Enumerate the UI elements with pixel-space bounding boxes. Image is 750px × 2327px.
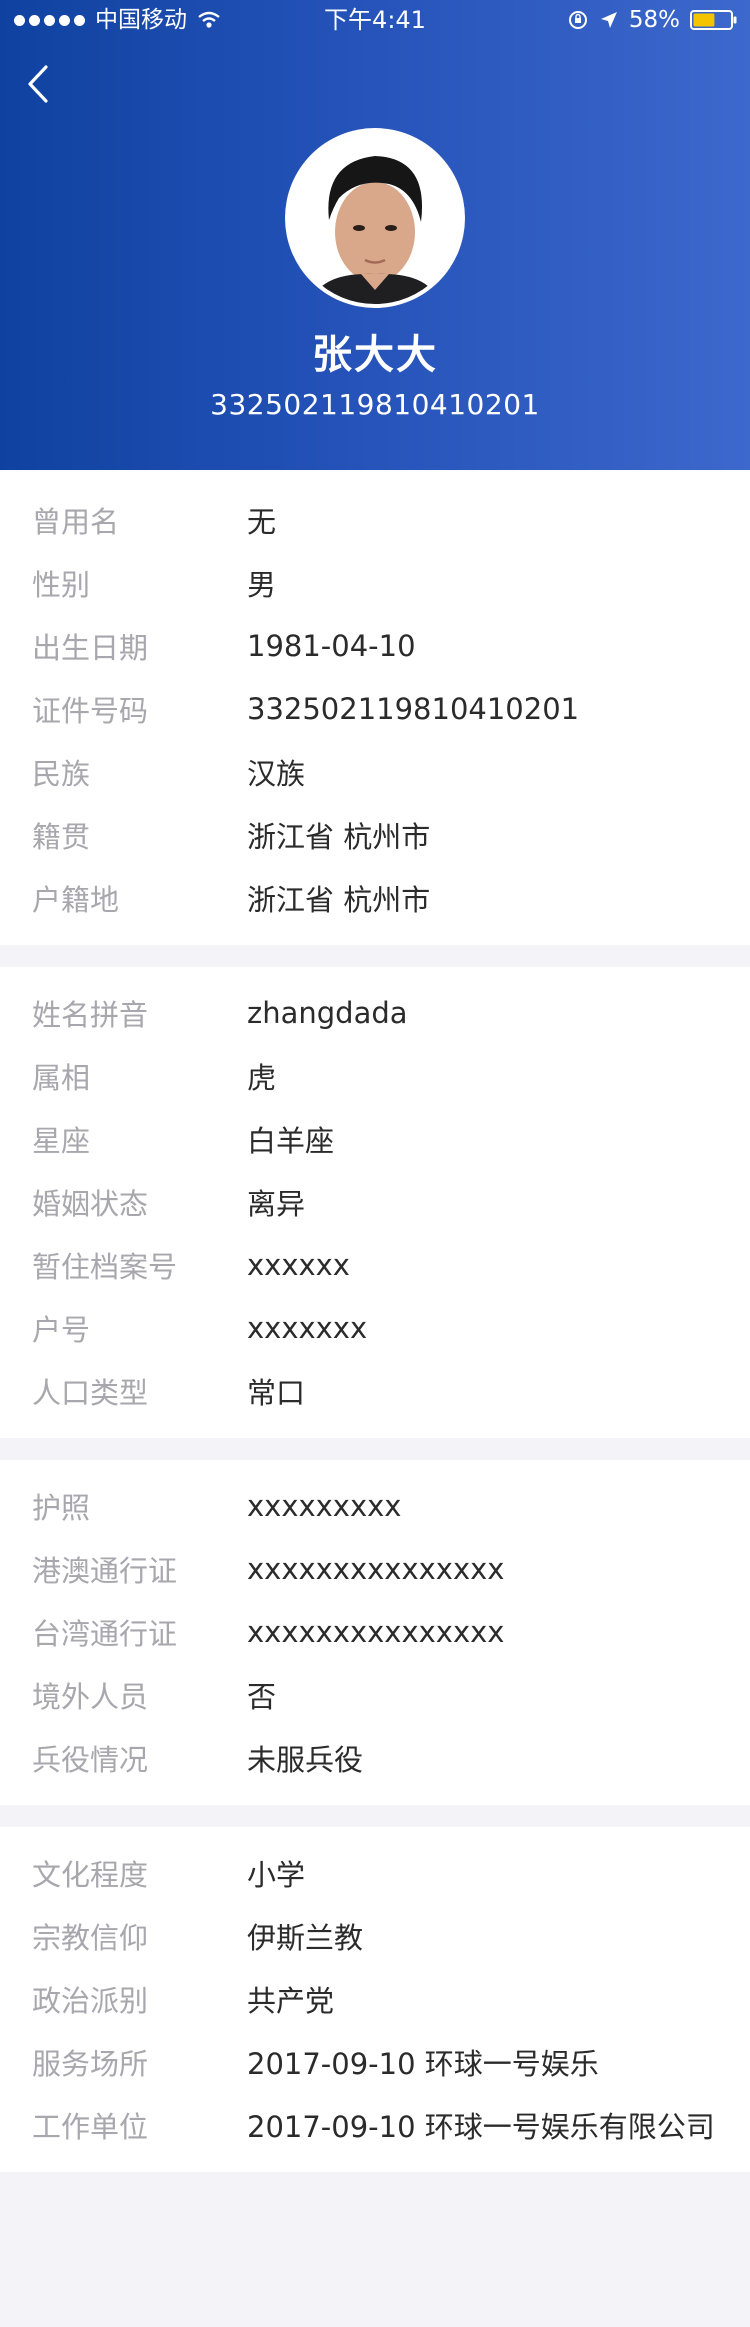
back-button[interactable] bbox=[18, 62, 58, 106]
info-value: 2017-09-10 环球一号娱乐 bbox=[247, 2046, 599, 2081]
info-label: 港澳通行证 bbox=[32, 1553, 178, 1588]
info-card-1: 曾用名 无性别 男出生日期 1981-04-10 证件号码 332502119810410… bbox=[0, 470, 750, 945]
info-label: 宗教信仰 bbox=[32, 1920, 149, 1955]
info-label: 护照 bbox=[32, 1490, 91, 1525]
info-value: 小学 bbox=[247, 1857, 306, 1892]
info-row: 户籍地 浙江省 杭州市 bbox=[0, 866, 750, 929]
info-card-3: 护照 xxxxxxxxx 港澳通行证 xxxxxxxxxxxxxxx 台湾通行证 xxxx… bbox=[0, 1460, 750, 1805]
info-row: 人口类型 常口 bbox=[0, 1359, 750, 1422]
info-value: 浙江省 杭州市 bbox=[247, 882, 431, 917]
info-row: 籍贯 浙江省 杭州市 bbox=[0, 803, 750, 866]
info-value: zhangdada bbox=[247, 995, 408, 1030]
info-label: 台湾通行证 bbox=[32, 1616, 178, 1651]
info-row: 证件号码 332502119810410201 bbox=[0, 677, 750, 740]
info-value: xxxxxxxxxxxxxxx bbox=[247, 1551, 505, 1586]
info-row: 宗教信仰 伊斯兰教 bbox=[0, 1904, 750, 1967]
info-row: 出生日期 1981-04-10 bbox=[0, 614, 750, 677]
info-value: 否 bbox=[247, 1679, 277, 1714]
info-row: 护照 xxxxxxxxx bbox=[0, 1474, 750, 1537]
info-label: 境外人员 bbox=[32, 1679, 149, 1714]
info-label: 政治派别 bbox=[32, 1983, 149, 2018]
info-value: 1981-04-10 bbox=[247, 628, 416, 663]
info-label: 兵役情况 bbox=[32, 1742, 149, 1777]
info-value: 男 bbox=[247, 567, 277, 602]
info-label: 属相 bbox=[32, 1060, 91, 1095]
info-label: 服务场所 bbox=[32, 2046, 149, 2081]
info-value: 332502119810410201 bbox=[247, 691, 580, 726]
info-label: 姓名拼音 bbox=[32, 997, 149, 1032]
info-label: 籍贯 bbox=[32, 819, 91, 854]
info-row: 境外人员 否 bbox=[0, 1663, 750, 1726]
info-sections: 曾用名 无性别 男出生日期 1981-04-10 证件号码 332502119810410… bbox=[0, 470, 750, 2172]
info-label: 工作单位 bbox=[32, 2109, 149, 2144]
profile-id-number: 332502119810410201 bbox=[210, 388, 540, 421]
info-label: 婚姻状态 bbox=[32, 1186, 149, 1221]
info-value: 白羊座 bbox=[247, 1123, 335, 1158]
info-value: 共产党 bbox=[247, 1983, 335, 2018]
info-row: 户号 xxxxxxx bbox=[0, 1296, 750, 1359]
info-row: 服务场所 2017-09-10 环球一号娱乐 bbox=[0, 2030, 750, 2093]
info-label: 曾用名 bbox=[32, 504, 120, 539]
info-label: 户籍地 bbox=[32, 882, 120, 917]
info-row: 工作单位 2017-09-10 环球一号娱乐有限公司 bbox=[0, 2093, 750, 2156]
location-arrow-icon bbox=[600, 12, 617, 28]
info-value: 常口 bbox=[247, 1375, 306, 1410]
status-bar: 中国移动 下午4:41 58% bbox=[0, 0, 750, 40]
info-row: 属相 虎 bbox=[0, 1044, 750, 1107]
avatar bbox=[285, 128, 465, 308]
info-row: 姓名拼音 zhangdada bbox=[0, 981, 750, 1044]
info-label: 星座 bbox=[32, 1123, 91, 1158]
info-value: xxxxxxxxxxxxxxx bbox=[247, 1614, 505, 1649]
info-value: 离异 bbox=[247, 1186, 306, 1221]
avatar-photo bbox=[289, 132, 461, 304]
info-label: 人口类型 bbox=[32, 1375, 149, 1410]
info-card-4: 文化程度 小学宗教信仰 伊斯兰教政治派别 共产党服务场所 2017-09-10 环球一号… bbox=[0, 1827, 750, 2172]
info-label: 暂住档案号 bbox=[32, 1249, 178, 1284]
info-value: 未服兵役 bbox=[247, 1742, 364, 1777]
status-right: 58% bbox=[567, 0, 738, 40]
info-label: 户号 bbox=[32, 1312, 91, 1347]
info-row: 兵役情况 未服兵役 bbox=[0, 1726, 750, 1789]
info-value: xxxxxxxxx bbox=[247, 1488, 402, 1523]
info-label: 证件号码 bbox=[32, 693, 149, 728]
info-value: 无 bbox=[247, 504, 277, 539]
info-row: 暂住档案号 xxxxxx bbox=[0, 1233, 750, 1296]
info-value: 虎 bbox=[247, 1060, 277, 1095]
info-value: 浙江省 杭州市 bbox=[247, 819, 431, 854]
battery-percent: 58% bbox=[628, 7, 680, 33]
info-row: 婚姻状态 离异 bbox=[0, 1170, 750, 1233]
info-row: 民族 汉族 bbox=[0, 740, 750, 803]
info-label: 性别 bbox=[32, 567, 91, 602]
info-label: 文化程度 bbox=[32, 1857, 149, 1892]
info-row: 台湾通行证 xxxxxxxxxxxxxxx bbox=[0, 1600, 750, 1663]
info-value: xxxxxxx bbox=[247, 1310, 368, 1345]
info-value: xxxxxx bbox=[247, 1247, 350, 1282]
battery-icon bbox=[690, 10, 737, 30]
info-label: 出生日期 bbox=[32, 630, 149, 665]
info-row: 港澳通行证 xxxxxxxxxxxxxxx bbox=[0, 1537, 750, 1600]
info-row: 星座 白羊座 bbox=[0, 1107, 750, 1170]
info-row: 文化程度 小学 bbox=[0, 1841, 750, 1904]
profile-header: 中国移动 下午4:41 58% 张大大 332502119810410201 bbox=[0, 0, 750, 470]
info-value: 2017-09-10 环球一号娱乐有限公司 bbox=[247, 2109, 715, 2144]
info-card-2: 姓名拼音 zhangdada 属相 虎星座 白羊座婚姻状态 离异暂住档案号 xxxxxx 户号… bbox=[0, 967, 750, 1438]
lock-rotation-icon bbox=[568, 11, 587, 29]
back-arrow-icon bbox=[28, 65, 48, 103]
info-value: 汉族 bbox=[247, 756, 306, 791]
profile-name: 张大大 bbox=[312, 332, 438, 378]
info-value: 伊斯兰教 bbox=[247, 1920, 364, 1955]
info-label: 民族 bbox=[32, 756, 91, 791]
info-row: 性别 男 bbox=[0, 551, 750, 614]
info-row: 曾用名 无 bbox=[0, 488, 750, 551]
info-row: 政治派别 共产党 bbox=[0, 1967, 750, 2030]
